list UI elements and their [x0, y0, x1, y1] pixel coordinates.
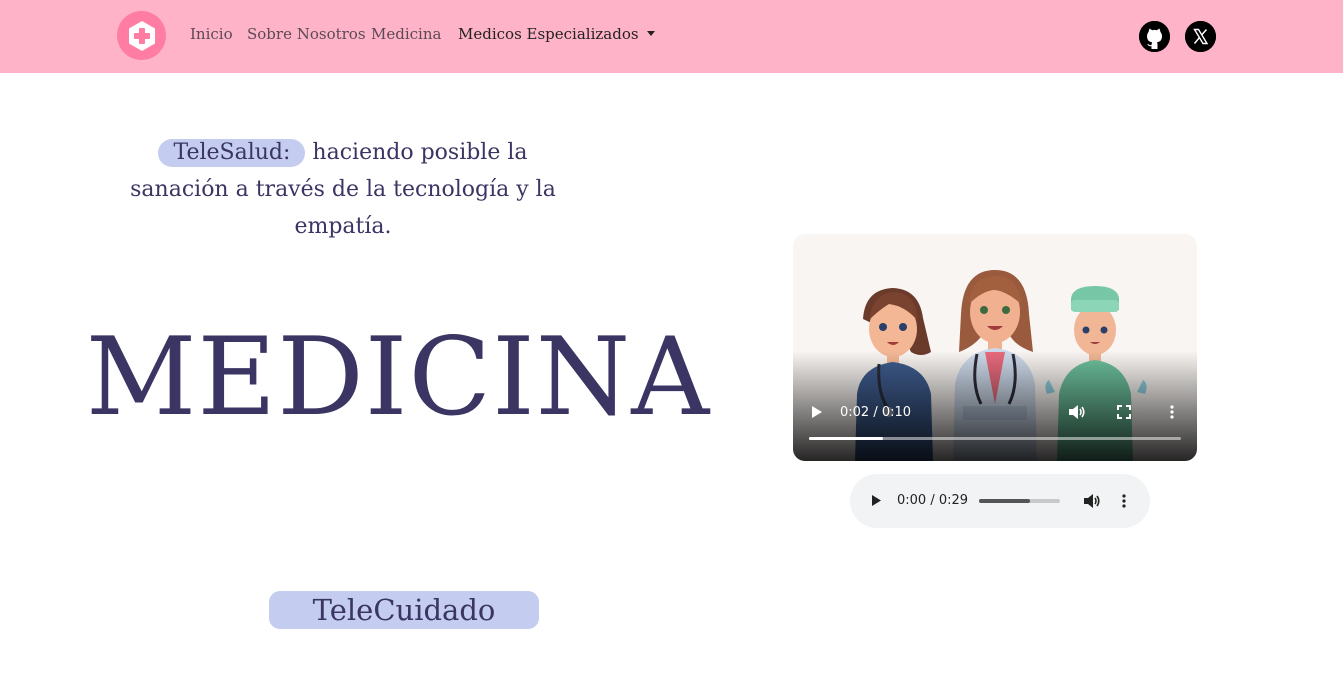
audio-player[interactable]: 0:00 / 0:29	[850, 474, 1150, 528]
video-player[interactable]: 0:02 / 0:10	[793, 234, 1197, 461]
tagline-line-3: empatía.	[294, 214, 392, 239]
audio-volume-fill	[979, 499, 1031, 503]
video-fullscreen-button[interactable]	[1117, 405, 1131, 423]
video-progress-bar[interactable]	[809, 437, 1181, 440]
fullscreen-icon	[1117, 405, 1131, 419]
caret-down-icon	[646, 31, 655, 36]
tagline: TeleSalud: haciendo posible la sanación …	[122, 134, 564, 245]
play-icon	[812, 406, 822, 418]
nav-dropdown-medicos[interactable]: Medicos Especializados	[458, 25, 655, 43]
medical-cross-icon	[128, 20, 155, 51]
tagline-line-1: haciendo posible la	[312, 140, 528, 165]
nav-link-sobre-nosotros[interactable]: Sobre Nosotros	[247, 25, 366, 43]
logo[interactable]	[117, 11, 166, 60]
x-icon	[1185, 21, 1216, 52]
audio-more-button[interactable]	[1122, 494, 1126, 512]
audio-play-button[interactable]	[871, 494, 882, 511]
tagline-line-2: sanación a través de la tecnología y la	[130, 177, 556, 202]
github-icon	[1139, 21, 1170, 52]
volume-icon	[1084, 494, 1100, 508]
more-vertical-icon	[1122, 494, 1126, 508]
x-link[interactable]	[1185, 21, 1216, 52]
telesalud-badge: TeleSalud:	[158, 139, 306, 167]
video-mute-button[interactable]	[1068, 404, 1086, 424]
audio-mute-button[interactable]	[1083, 493, 1101, 513]
nav-dropdown-label: Medicos Especializados	[458, 25, 639, 43]
video-play-button[interactable]	[811, 405, 823, 423]
play-icon	[872, 495, 881, 506]
navbar: Inicio Sobre Nosotros Medicina Medicos E…	[0, 0, 1343, 73]
audio-time: 0:00 / 0:29	[897, 493, 969, 508]
nav-link-medicina[interactable]: Medicina	[371, 25, 441, 43]
video-time: 0:02 / 0:10	[840, 405, 912, 420]
audio-volume-slider[interactable]	[979, 499, 1060, 503]
nav-link-inicio[interactable]: Inicio	[190, 25, 233, 43]
hero-title: MEDICINA	[85, 315, 711, 440]
telecuidado-heading: TeleCuidado	[269, 591, 539, 629]
volume-icon	[1069, 405, 1085, 419]
github-link[interactable]	[1139, 21, 1170, 52]
video-progress-fill	[809, 437, 884, 440]
more-vertical-icon	[1170, 405, 1174, 419]
video-more-button[interactable]	[1170, 405, 1174, 423]
